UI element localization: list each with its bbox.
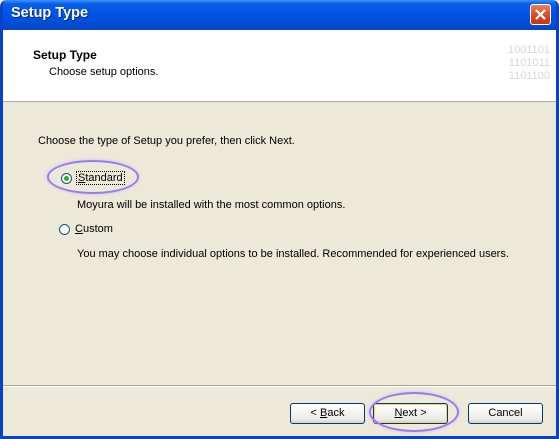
custom-description: You may choose individual options to be …	[77, 248, 509, 260]
cancel-button[interactable]: Cancel	[468, 403, 543, 424]
standard-highlight-ring	[47, 160, 139, 194]
binary-digits-icon: 1001101 1101011 1101100	[494, 44, 550, 96]
setup-window: Setup Type Setup Type Choose setup optio…	[0, 0, 559, 439]
footer-divider	[3, 385, 556, 387]
close-button[interactable]	[530, 4, 551, 25]
page-title: Setup Type	[33, 48, 97, 62]
custom-mnemonic: C	[75, 223, 83, 235]
title-bar[interactable]: Setup Type	[3, 0, 556, 30]
custom-label[interactable]: Custom	[75, 223, 113, 235]
next-highlight-ring	[369, 392, 459, 432]
back-label: ack	[327, 407, 345, 419]
custom-option[interactable]: Custom	[59, 223, 113, 235]
back-prefix: <	[310, 407, 320, 419]
binary-line: 1101100	[508, 70, 550, 82]
custom-label-text: ustom	[82, 223, 113, 235]
header-panel: Setup Type Choose setup options. 1001101…	[3, 30, 556, 102]
page-subtitle: Choose setup options.	[49, 66, 159, 78]
window-title: Setup Type	[11, 5, 89, 21]
custom-radio[interactable]	[59, 223, 70, 235]
back-button[interactable]: < Back	[290, 403, 365, 424]
instruction-text: Choose the type of Setup you prefer, the…	[38, 135, 295, 147]
binary-line: 1101011	[508, 57, 550, 69]
standard-description: Moyura will be installed with the most c…	[77, 199, 346, 211]
binary-line: 1001101	[507, 44, 550, 56]
close-icon	[535, 9, 546, 20]
